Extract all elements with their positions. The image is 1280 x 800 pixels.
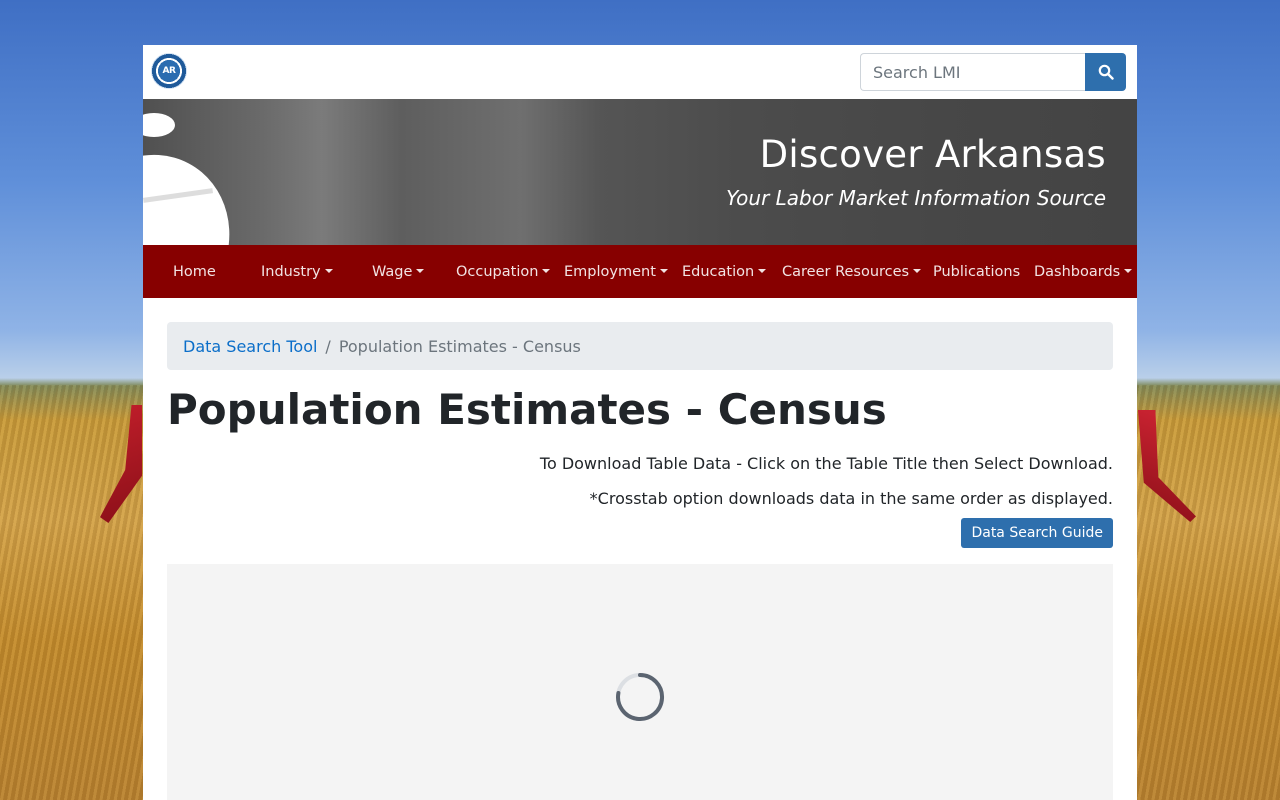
nav-label: Industry: [261, 263, 321, 280]
search-icon: [1098, 64, 1114, 80]
caret-down-icon: [913, 268, 922, 273]
search-button[interactable]: [1085, 53, 1126, 91]
nav-label: Publications: [933, 263, 1021, 280]
page-container: AR Discover Arkansas Your Labor Market I…: [143, 45, 1137, 800]
nav-item-career-resources[interactable]: Career Resources: [782, 245, 922, 298]
banner-graphic-dot: [143, 113, 175, 137]
site-logo[interactable]: AR: [151, 53, 187, 89]
breadcrumb-link-data-search-tool[interactable]: Data Search Tool: [183, 337, 317, 356]
breadcrumb-current: Population Estimates - Census: [338, 336, 581, 356]
top-bar: AR: [143, 45, 1137, 99]
nav-label: Education: [682, 263, 755, 280]
tableau-viz-container: [167, 564, 1113, 800]
nav-label: Career Resources: [782, 263, 910, 280]
guide-row: Data Search Guide: [167, 518, 1113, 548]
banner-title: Discover Arkansas: [759, 133, 1106, 176]
nav-item-dashboards[interactable]: Dashboards: [1034, 245, 1133, 298]
crosstab-note: *Crosstab option downloads data in the s…: [589, 489, 1113, 508]
breadcrumb: Data Search Tool / Population Estimates …: [167, 322, 1113, 370]
download-instructions: To Download Table Data - Click on the Ta…: [539, 454, 1113, 473]
hero-banner: Discover Arkansas Your Labor Market Info…: [143, 99, 1137, 245]
caret-down-icon: [1124, 268, 1133, 273]
data-search-guide-button[interactable]: Data Search Guide: [961, 518, 1113, 548]
nav-item-wage[interactable]: Wage: [372, 245, 425, 298]
nav-item-employment[interactable]: Employment: [564, 245, 668, 298]
main-nav: Home Industry Wage Occupation Employment…: [143, 245, 1137, 298]
nav-item-education[interactable]: Education: [682, 245, 767, 298]
nav-label: Home: [173, 263, 216, 280]
nav-item-industry[interactable]: Industry: [261, 245, 333, 298]
nav-item-occupation[interactable]: Occupation: [456, 245, 551, 298]
nav-label: Employment: [564, 263, 656, 280]
main-content: Data Search Tool / Population Estimates …: [143, 322, 1137, 800]
search-form: [860, 53, 1126, 91]
banner-graphic: [143, 125, 260, 245]
caret-down-icon: [416, 268, 425, 273]
caret-down-icon: [542, 268, 551, 273]
caret-down-icon: [324, 268, 333, 273]
search-input[interactable]: [860, 53, 1085, 91]
logo-text: AR: [162, 66, 176, 76]
banner-subtitle: Your Labor Market Information Source: [726, 186, 1106, 210]
caret-down-icon: [659, 268, 668, 273]
page-title: Population Estimates - Census: [167, 385, 887, 434]
caret-down-icon: [758, 268, 767, 273]
breadcrumb-separator: /: [325, 336, 331, 356]
nav-item-publications[interactable]: Publications: [933, 245, 1020, 298]
nav-label: Wage: [372, 263, 413, 280]
nav-item-home[interactable]: Home: [173, 245, 216, 298]
nav-label: Occupation: [456, 263, 539, 280]
loading-spinner-icon: [616, 673, 665, 721]
nav-label: Dashboards: [1034, 263, 1121, 280]
